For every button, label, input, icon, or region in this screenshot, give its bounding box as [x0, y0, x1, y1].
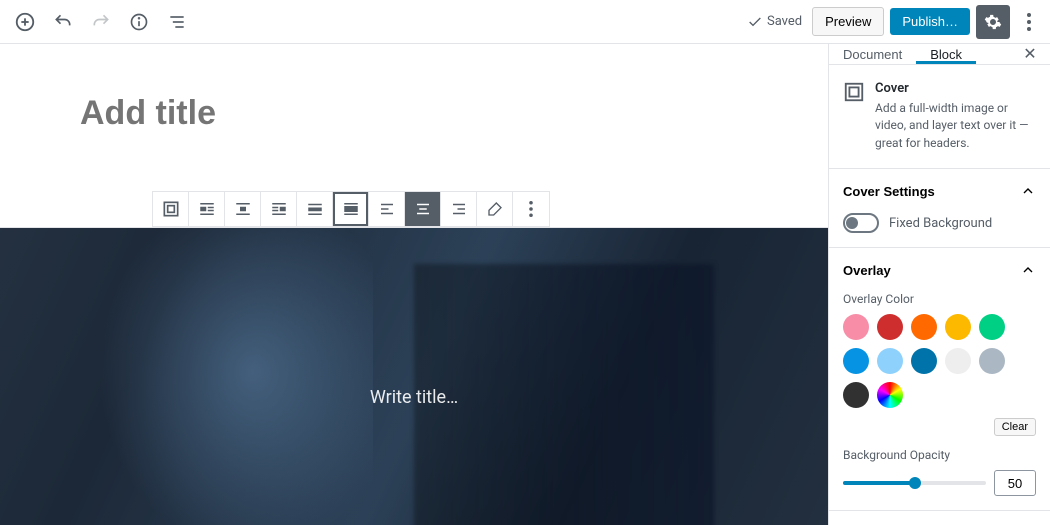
panel-toggle-advanced[interactable]: Advanced: [829, 511, 1050, 525]
block-name: Cover: [875, 81, 1036, 96]
align-wide-button[interactable]: [297, 192, 333, 226]
block-navigation-button[interactable]: [160, 5, 194, 39]
redo-button[interactable]: [84, 5, 118, 39]
color-swatch[interactable]: [843, 348, 869, 374]
overlay-color-swatches: [843, 314, 1036, 408]
topbar-left-tools: [8, 5, 194, 39]
text-align-right-button[interactable]: [441, 192, 477, 226]
panel-advanced: Advanced: [829, 511, 1050, 525]
add-block-button[interactable]: [8, 5, 42, 39]
topbar-right-tools: Saved Preview Publish…: [747, 5, 1042, 39]
align-right-button[interactable]: [261, 192, 297, 226]
cover-title-placeholder[interactable]: Write title…: [370, 387, 458, 408]
panel-cover-settings: Cover Settings Fixed Background: [829, 169, 1050, 248]
chevron-up-icon: [1020, 183, 1036, 199]
custom-color-swatch[interactable]: [877, 382, 903, 408]
text-align-left-button[interactable]: [369, 192, 405, 226]
block-description-panel: Cover Add a full-width image or video, a…: [829, 65, 1050, 169]
overlay-color-label: Overlay Color: [843, 292, 1036, 306]
settings-sidebar: Document Block ✕ Cover Add a full-width …: [828, 44, 1050, 525]
more-menu-button[interactable]: [1016, 5, 1042, 39]
align-center-button[interactable]: [225, 192, 261, 226]
info-button[interactable]: [122, 5, 156, 39]
color-swatch[interactable]: [945, 348, 971, 374]
close-sidebar-button[interactable]: ✕: [1010, 44, 1050, 64]
panel-toggle-overlay[interactable]: Overlay: [829, 248, 1050, 292]
tab-block[interactable]: Block: [916, 44, 976, 64]
edit-media-button[interactable]: [477, 192, 513, 226]
clear-color-button[interactable]: Clear: [994, 418, 1036, 436]
color-swatch[interactable]: [911, 348, 937, 374]
editor-canvas: Write title…: [0, 44, 828, 525]
color-swatch[interactable]: [979, 348, 1005, 374]
block-switcher-button[interactable]: [153, 192, 189, 226]
align-full-button[interactable]: [333, 192, 369, 226]
block-description: Add a full-width image or video, and lay…: [875, 100, 1036, 152]
chevron-up-icon: [1020, 262, 1036, 278]
opacity-input[interactable]: [994, 470, 1036, 496]
color-swatch[interactable]: [877, 314, 903, 340]
color-swatch[interactable]: [843, 382, 869, 408]
sidebar-tabs: Document Block ✕: [829, 44, 1050, 65]
fixed-background-label: Fixed Background: [889, 216, 992, 231]
color-swatch[interactable]: [911, 314, 937, 340]
publish-button[interactable]: Publish…: [890, 8, 970, 35]
preview-button[interactable]: Preview: [812, 7, 884, 36]
color-swatch[interactable]: [877, 348, 903, 374]
color-swatch[interactable]: [945, 314, 971, 340]
background-opacity-label: Background Opacity: [843, 448, 1036, 462]
block-more-options-button[interactable]: [513, 192, 549, 226]
undo-button[interactable]: [46, 5, 80, 39]
text-align-center-button[interactable]: [405, 192, 441, 226]
panel-overlay: Overlay Overlay Color Clear Background O…: [829, 248, 1050, 511]
align-left-button[interactable]: [189, 192, 225, 226]
saved-label: Saved: [767, 14, 802, 29]
panel-toggle-cover-settings[interactable]: Cover Settings: [829, 169, 1050, 213]
color-swatch[interactable]: [843, 314, 869, 340]
post-title-input[interactable]: [80, 94, 748, 133]
tab-document[interactable]: Document: [829, 44, 916, 64]
block-toolbar: [152, 191, 550, 227]
color-swatch[interactable]: [979, 314, 1005, 340]
settings-toggle-button[interactable]: [976, 5, 1010, 39]
saved-status: Saved: [747, 14, 802, 30]
cover-block[interactable]: Write title…: [0, 227, 828, 525]
opacity-slider[interactable]: [843, 481, 986, 485]
cover-block-icon: [843, 81, 865, 103]
editor-topbar: Saved Preview Publish…: [0, 0, 1050, 44]
fixed-background-toggle[interactable]: [843, 213, 879, 233]
